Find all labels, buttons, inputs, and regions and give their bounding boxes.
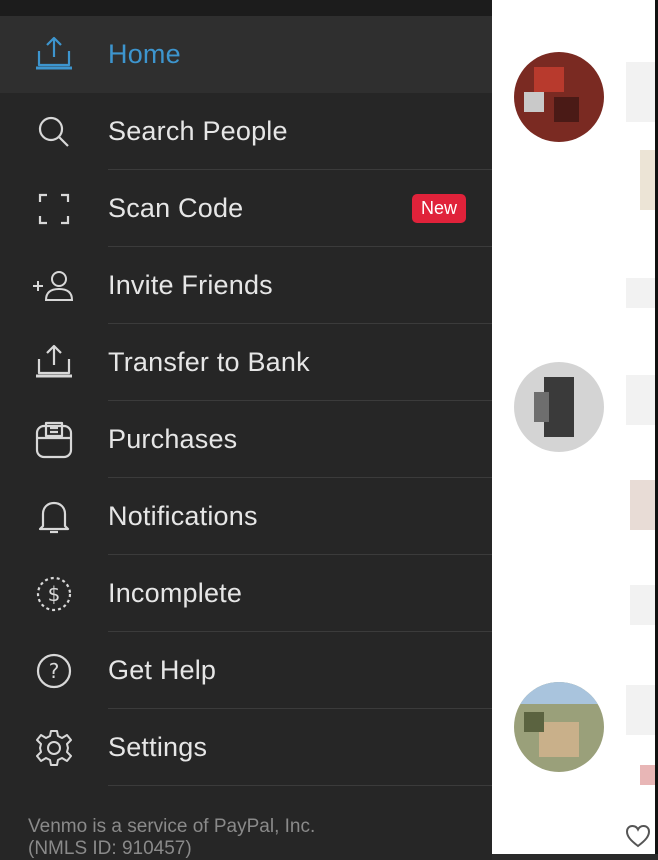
menu-label: Incomplete xyxy=(108,578,243,608)
bottom-edge xyxy=(492,854,658,860)
menu-item-notifications[interactable]: Notifications xyxy=(0,478,492,555)
search-icon xyxy=(30,108,78,156)
divider xyxy=(108,785,492,786)
help-circle-icon: ? xyxy=(30,647,78,695)
add-person-icon xyxy=(30,262,78,310)
menu-item-scan-code[interactable]: Scan Code New xyxy=(0,170,492,247)
footer-line: Venmo is a service of PayPal, Inc. xyxy=(28,816,316,837)
receipt-icon xyxy=(30,416,78,464)
scan-frame-icon xyxy=(30,185,78,233)
new-badge: New xyxy=(411,194,466,223)
dollar-circle-icon: $ xyxy=(30,570,78,618)
transfer-tray-icon xyxy=(30,31,78,79)
avatar[interactable] xyxy=(514,362,604,452)
menu-label: Notifications xyxy=(108,501,258,531)
menu-item-get-help[interactable]: ? Get Help xyxy=(0,632,492,709)
menu-label: Purchases xyxy=(108,424,238,454)
transfer-tray-icon xyxy=(30,339,78,387)
footer-line: (NMLS ID: 910457) xyxy=(28,838,192,859)
bell-icon xyxy=(30,493,78,541)
menu-label: Scan Code xyxy=(108,193,244,223)
menu-label: Home xyxy=(108,39,181,69)
svg-text:?: ? xyxy=(49,659,60,683)
menu-item-transfer-to-bank[interactable]: Transfer to Bank xyxy=(0,324,492,401)
menu-item-settings[interactable]: Settings xyxy=(0,709,492,786)
menu-label: Transfer to Bank xyxy=(108,347,310,377)
svg-text:$: $ xyxy=(48,582,61,606)
menu-label: Settings xyxy=(108,732,208,762)
menu-item-search-people[interactable]: Search People xyxy=(0,93,492,170)
status-bar-strip xyxy=(0,0,492,16)
menu-item-incomplete[interactable]: $ Incomplete xyxy=(0,555,492,632)
menu-label: Invite Friends xyxy=(108,270,273,300)
menu-item-home[interactable]: Home xyxy=(0,16,492,93)
feed-preview xyxy=(492,0,658,860)
menu-item-invite-friends[interactable]: Invite Friends xyxy=(0,247,492,324)
side-drawer: Home Search People Scan Code New Invite … xyxy=(0,16,492,860)
avatar[interactable] xyxy=(514,52,604,142)
avatar[interactable] xyxy=(514,682,604,772)
menu-item-purchases[interactable]: Purchases xyxy=(0,401,492,478)
heart-icon[interactable] xyxy=(624,822,652,855)
menu-label: Search People xyxy=(108,116,288,146)
gear-icon xyxy=(30,724,78,772)
menu-label: Get Help xyxy=(108,655,217,685)
legal-footer: Venmo is a service of PayPal, Inc. (NMLS… xyxy=(28,816,468,860)
